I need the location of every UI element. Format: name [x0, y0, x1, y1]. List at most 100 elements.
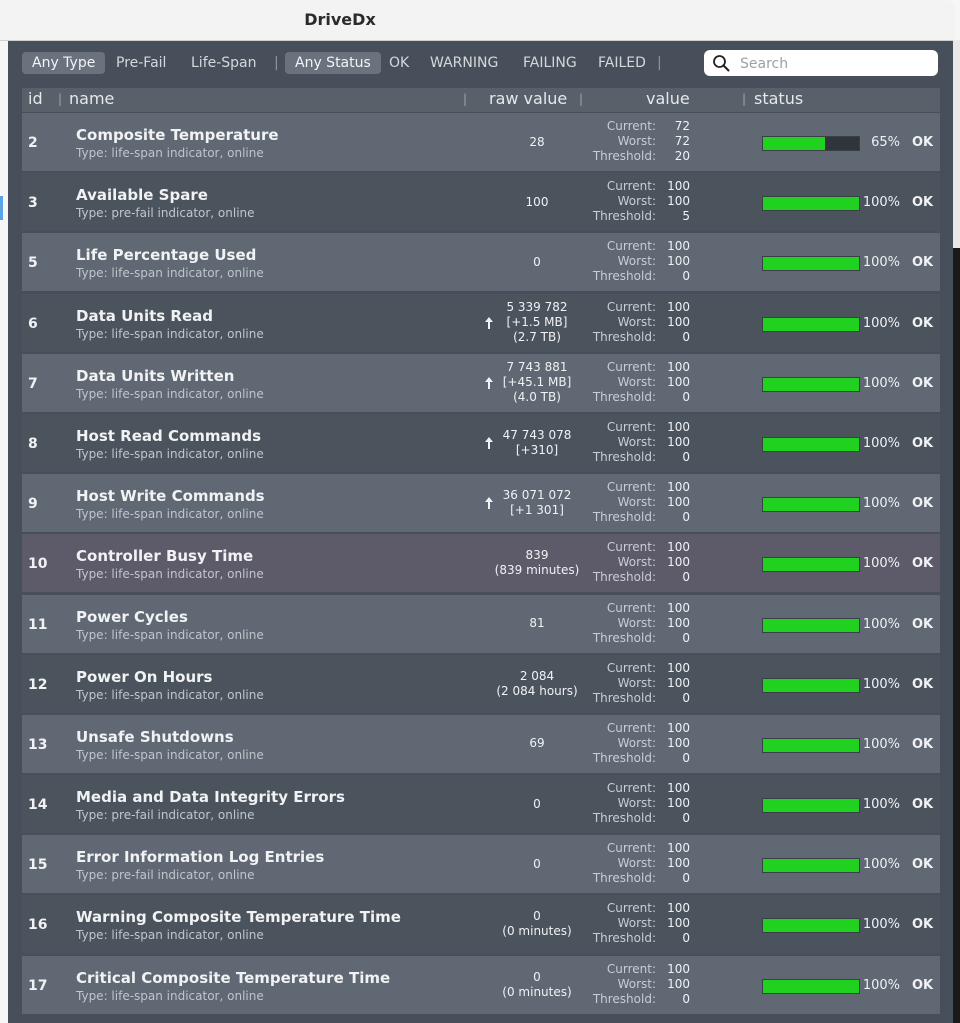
health-bar-fill: [763, 498, 859, 512]
column-raw-value[interactable]: raw value: [489, 89, 567, 108]
value-label-worst: Worst:: [617, 796, 656, 811]
value-threshold: 0: [682, 510, 690, 525]
raw-value-line: 47 743 078: [502, 427, 572, 442]
value-worst: 100: [667, 735, 690, 750]
value-worst: 100: [667, 374, 690, 389]
value-current: 100: [667, 239, 690, 254]
column-status[interactable]: status: [754, 89, 803, 108]
value-label-threshold: Threshold:: [592, 269, 656, 284]
value-current: 100: [667, 359, 690, 374]
filter-warning[interactable]: WARNING: [430, 52, 498, 74]
raw-value-line: 0: [533, 969, 541, 984]
table-row[interactable]: 12 Power On Hours Type: life-span indicato…: [22, 654, 940, 713]
value-label-current: Current:: [606, 781, 656, 796]
value-label-current: Current:: [606, 239, 656, 254]
attribute-id: 12: [28, 676, 48, 693]
filter-failing[interactable]: FAILING: [523, 52, 577, 74]
attribute-type: Type: life-span indicator, online: [76, 146, 264, 160]
table-row[interactable]: 10 Controller Busy Time Type: life-span in…: [22, 534, 940, 593]
table-row[interactable]: 6 Data Units Read Type: life-span indicato…: [22, 293, 940, 352]
value-worst: 100: [667, 916, 690, 931]
status-badge: OK: [912, 616, 934, 632]
health-percent: 100%: [862, 195, 900, 211]
status-badge: OK: [912, 135, 934, 150]
health-bar: [762, 617, 860, 633]
raw-value-line: 100: [525, 194, 549, 209]
filter-any-status[interactable]: Any Status: [285, 52, 381, 74]
attribute-id: 2: [28, 135, 38, 151]
health-bar: [762, 858, 860, 874]
table-row[interactable]: 5 Life Percentage Used Type: life-span ind…: [22, 233, 940, 292]
value-label-worst: Worst:: [617, 976, 656, 991]
value-label-threshold: Threshold:: [592, 931, 656, 946]
value-label-current: Current:: [606, 179, 656, 194]
value-current: 100: [667, 600, 690, 615]
raw-value-line: [+45.1 MB]: [502, 375, 572, 390]
filter-ok[interactable]: OK: [389, 52, 409, 74]
attribute-type: Type: life-span indicator, online: [76, 928, 264, 943]
value-worst: 72: [674, 134, 690, 148]
value-label-worst: Worst:: [617, 434, 656, 449]
filter-separator: |: [274, 55, 279, 71]
value-label-threshold: Threshold:: [592, 329, 656, 344]
value-label-current: Current:: [606, 119, 656, 133]
table-row[interactable]: 9 Host Write Commands Type: life-span indi…: [22, 474, 940, 533]
table-row[interactable]: 15 Error Information Log Entries Type: pre…: [22, 835, 940, 894]
health-bar: [762, 918, 860, 934]
health-bar: [762, 436, 860, 452]
table-row[interactable]: 13 Unsafe Shutdowns Type: life-span indica…: [22, 714, 940, 773]
attribute-name: Available Spare: [76, 186, 208, 205]
filter-pre-fail[interactable]: Pre-Fail: [116, 52, 166, 74]
health-percent: 100%: [862, 917, 900, 933]
filter-failed[interactable]: FAILED: [598, 52, 646, 74]
column-name[interactable]: name: [69, 89, 114, 108]
table-row[interactable]: 8 Host Read Commands Type: life-span indic…: [22, 413, 940, 472]
raw-value-line: (0 minutes): [502, 984, 572, 999]
table-row[interactable]: 17 Critical Composite Temperature Time Typ…: [22, 955, 940, 1014]
raw-value: 69: [477, 715, 597, 773]
value-current: 72: [674, 119, 690, 133]
search-input[interactable]: [738, 53, 932, 75]
filter-any-type[interactable]: Any Type: [22, 52, 106, 74]
attribute-name: Unsafe Shutdowns: [76, 727, 234, 746]
attribute-name: Controller Busy Time: [76, 547, 254, 566]
attribute-type: Type: life-span indicator, online: [76, 687, 264, 702]
value-label-worst: Worst:: [617, 675, 656, 690]
table-row[interactable]: 16 Warning Composite Temperature Time Type…: [22, 895, 940, 954]
raw-value: 0: [477, 835, 597, 893]
search-box[interactable]: [704, 50, 938, 76]
filter-life-span[interactable]: Life-Span: [191, 52, 257, 74]
value-threshold: 0: [682, 931, 690, 946]
status-badge: OK: [912, 917, 934, 933]
table-row[interactable]: 14 Media and Data Integrity Errors Type: p…: [22, 775, 940, 834]
value-label-threshold: Threshold:: [592, 570, 656, 585]
status-badge: OK: [912, 255, 934, 271]
value-label-current: Current:: [606, 660, 656, 675]
value-worst: 100: [667, 495, 690, 510]
value-threshold: 0: [682, 389, 690, 404]
value-label-threshold: Threshold:: [592, 991, 656, 1006]
column-id[interactable]: id: [28, 89, 43, 108]
value-threshold: 0: [682, 570, 690, 585]
raw-value-line: 81: [529, 616, 545, 630]
raw-value-line: 0: [533, 856, 541, 871]
health-bar-fill: [763, 738, 859, 752]
raw-value-line: 0: [533, 909, 541, 924]
health-bar-fill: [763, 377, 859, 391]
attribute-type: Type: pre-fail indicator, online: [76, 868, 255, 883]
attribute-name: Power On Hours: [76, 667, 213, 686]
value-threshold: 0: [682, 991, 690, 1006]
table-row[interactable]: 2 Composite Temperature Type: life-span in…: [22, 113, 940, 171]
health-percent: 100%: [862, 556, 900, 572]
value-threshold: 0: [682, 690, 690, 705]
column-value[interactable]: value: [646, 89, 690, 108]
raw-value-line: (4.0 TB): [513, 390, 561, 405]
table-row[interactable]: 7 Data Units Written Type: life-span indic…: [22, 353, 940, 412]
table-row[interactable]: 3 Available Spare Type: pre-fail indicator…: [22, 173, 940, 232]
value-current: 100: [667, 299, 690, 314]
table-row[interactable]: 11 Power Cycles Type: life-span indicator,…: [22, 594, 940, 653]
value-threshold: 0: [682, 269, 690, 284]
raw-value: 0 (0 minutes): [477, 895, 597, 953]
raw-value-line: 28: [529, 134, 545, 149]
raw-value-line: 0: [533, 796, 541, 811]
